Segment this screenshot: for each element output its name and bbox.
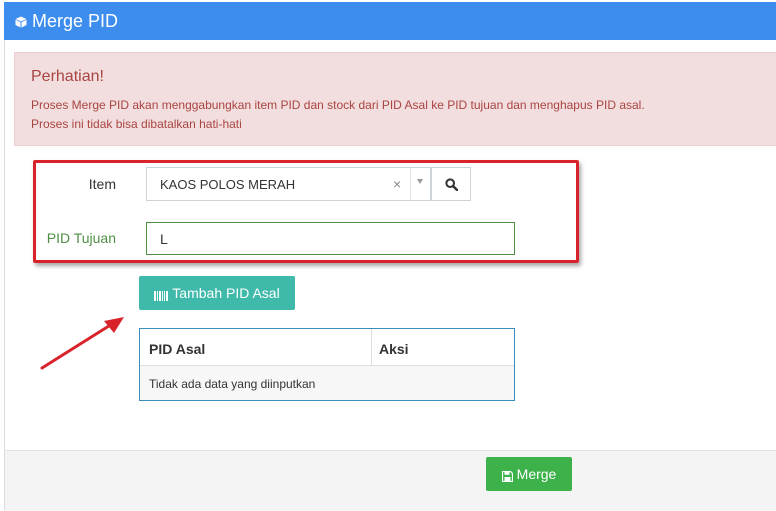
panel-footer: [5, 450, 776, 511]
warning-alert: Perhatian! Proses Merge PID akan menggab…: [14, 52, 776, 146]
merge-button[interactable]: Merge: [486, 457, 572, 491]
alert-message-line-2: Proses ini tidak bisa dibatalkan hati-ha…: [31, 117, 242, 131]
column-header-pid-asal: PID Asal: [149, 341, 206, 357]
empty-table-message: Tidak ada data yang diinputkan: [149, 377, 316, 391]
add-pid-asal-button[interactable]: Tambah PID Asal: [139, 276, 295, 310]
cube-icon: [15, 15, 27, 28]
column-divider: [371, 329, 372, 365]
column-header-aksi: Aksi: [379, 341, 409, 357]
table-row: Tidak ada data yang diinputkan: [140, 366, 514, 400]
add-pid-asal-label: Tambah PID Asal: [172, 285, 280, 301]
annotation-highlight-box: [33, 160, 579, 263]
pid-asal-table: PID Asal Aksi Tidak ada data yang diinpu…: [139, 328, 515, 401]
merge-label: Merge: [516, 466, 557, 482]
panel-border: [4, 40, 5, 510]
annotation-arrow: [40, 317, 124, 370]
alert-message-line-1: Proses Merge PID akan menggabungkan item…: [31, 98, 645, 112]
panel-header: Merge PID: [4, 2, 776, 40]
save-icon: [501, 469, 513, 482]
merge-pid-panel: Merge PID Perhatian! Proses Merge PID ak…: [0, 0, 776, 511]
page-title: Merge PID: [32, 10, 119, 31]
alert-title: Perhatian!: [31, 68, 104, 85]
barcode-icon: [154, 288, 169, 301]
